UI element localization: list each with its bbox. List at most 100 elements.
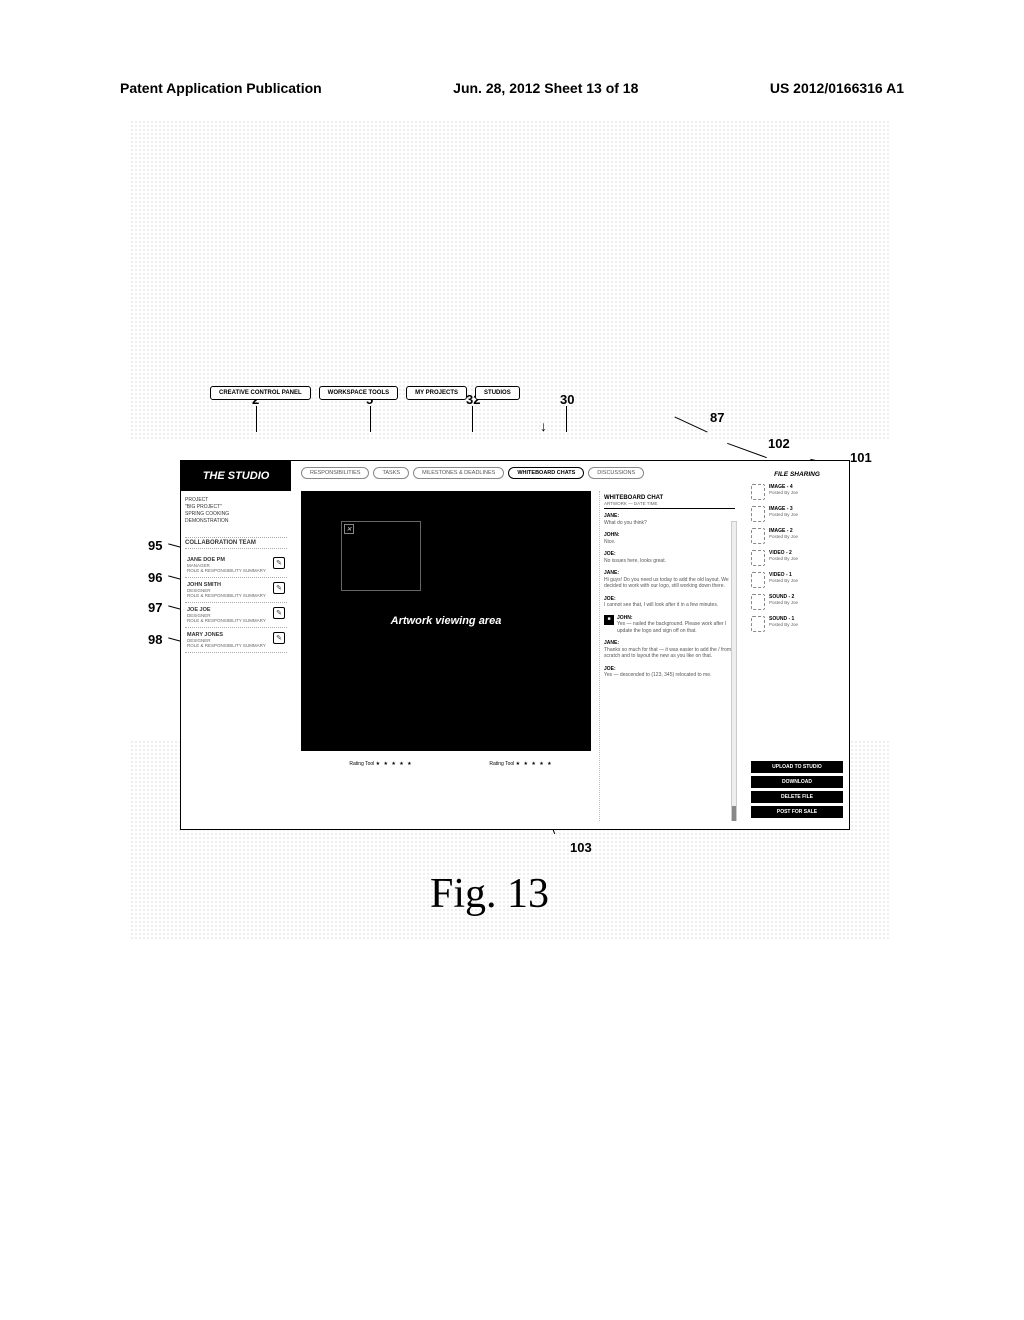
callout-line [370, 406, 371, 432]
page-header: Patent Application Publication Jun. 28, … [0, 80, 1024, 96]
tab-milestones[interactable]: MILESTONES & DEADLINES [413, 467, 504, 479]
chat-msg: JANE: Hi guys! Do you need us today to a… [604, 570, 735, 590]
nav-studios[interactable]: STUDIOS [475, 386, 520, 400]
team-member-joe[interactable]: JOE JOE DESIGNER ROLE & RESPONSIBILITY S… [185, 603, 287, 628]
proj-line: SPRING COOKING [185, 511, 287, 518]
edit-icon[interactable]: ✎ [273, 557, 285, 569]
header-center: Jun. 28, 2012 Sheet 13 of 18 [453, 80, 638, 96]
chat-text: Nice. [604, 539, 735, 546]
callout-95: 95 [148, 538, 162, 553]
tab-responsibilities[interactable]: RESPONSIBILITIES [301, 467, 369, 479]
file-icon [751, 572, 765, 588]
callout-line [472, 406, 473, 432]
file-item[interactable]: VIDEO - 2 Posted By Joe [751, 550, 843, 566]
chat-msg: JOE: Yes — descended to (123, 345) reloc… [604, 666, 735, 679]
collab-title: COLLABORATION TEAM [185, 537, 287, 549]
file-sharing-panel: FILE SHARING IMAGE - 4 Posted By Joe IMA… [747, 467, 847, 825]
callout-line [674, 416, 707, 432]
artwork-label: Artwork viewing area [391, 615, 502, 627]
file-meta: Posted By Joe [769, 578, 798, 583]
file-sharing-title: FILE SHARING [751, 471, 843, 478]
chat-scrollbar[interactable] [731, 521, 737, 821]
file-icon [751, 616, 765, 632]
whiteboard-chat-panel: WHITEBOARD CHAT ARTWORK — DATE TIME JANE… [599, 491, 739, 821]
tm-role2: ROLE & RESPONSIBILITY SUMMARY [187, 618, 269, 623]
attachment-icon[interactable]: ■ [604, 615, 614, 625]
chat-msg: JOHN: Nice. [604, 532, 735, 545]
edit-icon[interactable]: ✎ [273, 632, 285, 644]
callout-102: 102 [768, 436, 790, 451]
rating-label: Rating Tool [349, 761, 374, 767]
nav-my-projects[interactable]: MY PROJECTS [406, 386, 467, 400]
rating-right[interactable]: Rating Tool ★ ★ ★ ★ ★ [489, 761, 552, 767]
file-icon [751, 528, 765, 544]
file-actions: UPLOAD TO STUDIO DOWNLOAD DELETE FILE PO… [751, 761, 843, 821]
stars-icon[interactable]: ★ ★ ★ ★ ★ [376, 761, 413, 767]
chat-text: Yes — nailed the background. Please work… [617, 621, 735, 634]
file-meta: Posted By Joe [769, 534, 798, 539]
file-meta: Posted By Joe [769, 600, 798, 605]
proj-line: PROJECT [185, 497, 287, 504]
tab-discussions[interactable]: DISCUSSIONS [588, 467, 644, 479]
callout-line [727, 443, 767, 458]
download-button[interactable]: DOWNLOAD [751, 776, 843, 788]
nav-creative-control[interactable]: CREATIVE CONTROL PANEL [210, 386, 311, 400]
figure-wrap: 2 5 32 30 87 102 101 95 96 97 98 103 CRE… [150, 410, 870, 1000]
file-meta: Posted By Joe [769, 512, 798, 517]
figure-caption: Fig. 13 [430, 870, 549, 918]
callout-103: 103 [570, 840, 592, 855]
chat-text: Hi guys! Do you need us today to add the… [604, 577, 735, 590]
team-member-john[interactable]: JOHN SMITH DESIGNER ROLE & RESPONSIBILIT… [185, 578, 287, 603]
proj-line: "BIG PROJECT" [185, 504, 287, 511]
nav-workspace-tools[interactable]: WORKSPACE TOOLS [319, 386, 398, 400]
callout-97: 97 [148, 600, 162, 615]
edit-icon[interactable]: ✎ [273, 582, 285, 594]
file-icon [751, 484, 765, 500]
post-for-sale-button[interactable]: POST FOR SALE [751, 806, 843, 818]
chat-subtitle: ARTWORK — DATE TIME [604, 501, 735, 509]
file-icon [751, 550, 765, 566]
studio-title: THE STUDIO [181, 461, 291, 491]
artwork-viewing-area[interactable]: ✕ Artwork viewing area [301, 491, 591, 751]
chat-msg: JOE: I cannot see that, I will look afte… [604, 596, 735, 609]
callout-101: 101 [850, 450, 872, 465]
file-item[interactable]: IMAGE - 2 Posted By Joe [751, 528, 843, 544]
header-right: US 2012/0166316 A1 [770, 80, 904, 96]
chat-msg: JOE: No issues here, looks great. [604, 551, 735, 564]
rating-left[interactable]: Rating Tool ★ ★ ★ ★ ★ [349, 761, 412, 767]
chat-msg: JANE: What do you think? [604, 513, 735, 526]
upload-button[interactable]: UPLOAD TO STUDIO [751, 761, 843, 773]
file-item[interactable]: SOUND - 2 Posted By Joe [751, 594, 843, 610]
chat-msg: ■ JOHN: Yes — nailed the background. Ple… [604, 615, 735, 635]
close-icon[interactable]: ✕ [344, 524, 354, 534]
file-item[interactable]: SOUND - 1 Posted By Joe [751, 616, 843, 632]
chat-text: Yes — descended to (123, 345) relocated … [604, 672, 735, 679]
scrollbar-thumb[interactable] [732, 806, 736, 821]
file-item[interactable]: IMAGE - 4 Posted By Joe [751, 484, 843, 500]
file-icon [751, 506, 765, 522]
file-meta: Posted By Joe [769, 622, 798, 627]
chat-text: I cannot see that, I will look after it … [604, 602, 735, 609]
file-item[interactable]: IMAGE - 3 Posted By Joe [751, 506, 843, 522]
stars-icon[interactable]: ★ ★ ★ ★ ★ [516, 761, 553, 767]
edit-icon[interactable]: ✎ [273, 607, 285, 619]
team-member-mary[interactable]: MARY JONES DESIGNER ROLE & RESPONSIBILIT… [185, 628, 287, 653]
file-item[interactable]: VIDEO - 1 Posted By Joe [751, 572, 843, 588]
callout-98: 98 [148, 632, 162, 647]
callout-87: 87 [710, 410, 724, 425]
file-meta: Posted By Joe [769, 490, 798, 495]
tm-role2: ROLE & RESPONSIBILITY SUMMARY [187, 593, 269, 598]
file-meta: Posted By Joe [769, 556, 798, 561]
left-panel: PROJECT "BIG PROJECT" SPRING COOKING DEM… [181, 493, 291, 831]
app-window: THE STUDIO RESPONSIBILITIES TASKS MILEST… [180, 460, 850, 830]
delete-file-button[interactable]: DELETE FILE [751, 791, 843, 803]
tm-role2: ROLE & RESPONSIBILITY SUMMARY [187, 643, 269, 648]
tm-role2: ROLE & RESPONSIBILITY SUMMARY [187, 568, 269, 573]
tab-tasks[interactable]: TASKS [373, 467, 409, 479]
team-member-jane[interactable]: JANE DOE PM MANAGER ROLE & RESPONSIBILIT… [185, 553, 287, 578]
header-left: Patent Application Publication [120, 80, 322, 96]
tab-whiteboard-chats[interactable]: WHITEBOARD CHATS [508, 467, 584, 479]
ratings-row: Rating Tool ★ ★ ★ ★ ★ Rating Tool ★ ★ ★ … [311, 761, 591, 767]
chat-text: What do you think? [604, 520, 735, 527]
project-info: PROJECT "BIG PROJECT" SPRING COOKING DEM… [185, 497, 287, 525]
